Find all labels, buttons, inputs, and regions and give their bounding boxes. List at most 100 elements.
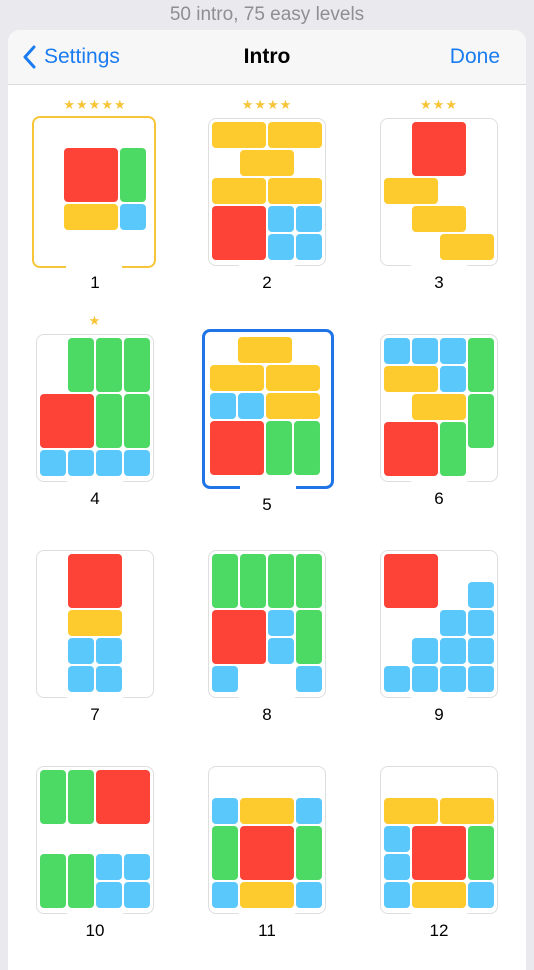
green-block bbox=[68, 338, 94, 392]
blue-block bbox=[40, 450, 66, 476]
green-block bbox=[96, 338, 122, 392]
yellow-block bbox=[440, 798, 494, 824]
red-block bbox=[412, 826, 466, 880]
blue-block bbox=[468, 882, 494, 908]
green-block bbox=[40, 770, 66, 824]
blue-block bbox=[96, 882, 122, 908]
star-icon: ★ bbox=[88, 313, 102, 328]
green-block bbox=[124, 394, 150, 448]
blue-block bbox=[412, 638, 438, 664]
blue-block bbox=[384, 826, 410, 852]
yellow-block bbox=[240, 798, 294, 824]
blue-block bbox=[296, 882, 322, 908]
green-block bbox=[240, 554, 266, 608]
level-number: 1 bbox=[90, 273, 100, 292]
blue-block bbox=[440, 366, 466, 392]
level-6-cell[interactable]: 6 bbox=[372, 314, 506, 510]
blue-block bbox=[296, 798, 322, 824]
exit-gap bbox=[67, 477, 123, 483]
blue-block bbox=[384, 854, 410, 880]
blue-block bbox=[296, 206, 322, 232]
settings-back-button[interactable]: Settings bbox=[22, 42, 120, 72]
level-7-cell[interactable]: 7 bbox=[28, 530, 162, 726]
level-5-cell[interactable]: 5 bbox=[200, 314, 334, 514]
level-1-cell[interactable]: ★ ★ ★ ★ ★ 1 bbox=[28, 98, 162, 294]
level-9-cell[interactable]: 9 bbox=[372, 530, 506, 726]
level-number: 7 bbox=[90, 705, 100, 724]
blue-block bbox=[296, 234, 322, 260]
yellow-block bbox=[412, 882, 466, 908]
star-rating: ★ ★ ★ ★ ★ bbox=[28, 98, 162, 112]
blue-block bbox=[412, 666, 438, 692]
green-block bbox=[440, 422, 466, 476]
blue-block bbox=[440, 610, 466, 636]
level-2-cell[interactable]: ★ ★ ★ ★ 2 bbox=[200, 98, 334, 294]
green-block bbox=[124, 338, 150, 392]
yellow-block bbox=[412, 394, 466, 420]
level-4-cell[interactable]: ★ 4 bbox=[28, 314, 162, 510]
blue-block bbox=[268, 234, 294, 260]
level-number: 5 bbox=[262, 495, 272, 514]
star-icon: ★ bbox=[76, 97, 89, 112]
done-button[interactable]: Done bbox=[450, 42, 500, 72]
green-block bbox=[40, 854, 66, 908]
red-block bbox=[240, 826, 294, 880]
red-block bbox=[212, 610, 266, 664]
level-10-cell[interactable]: 10 bbox=[28, 746, 162, 942]
level-12-cell[interactable]: 12 bbox=[372, 746, 506, 942]
green-block bbox=[96, 394, 122, 448]
star-icon: ★ bbox=[254, 97, 267, 112]
green-block bbox=[68, 854, 94, 908]
green-block bbox=[468, 394, 494, 448]
green-block bbox=[212, 554, 238, 608]
star-icon: ★ bbox=[279, 97, 293, 112]
level-number: 6 bbox=[434, 489, 444, 508]
green-block bbox=[212, 826, 238, 880]
level-number: 11 bbox=[258, 921, 276, 940]
green-block bbox=[468, 826, 494, 880]
blue-block bbox=[96, 666, 122, 692]
green-block bbox=[296, 826, 322, 880]
green-block bbox=[468, 338, 494, 392]
level-3-cell[interactable]: ★ ★ ★ 3 bbox=[372, 98, 506, 294]
level-number: 2 bbox=[262, 273, 272, 292]
blue-block bbox=[468, 666, 494, 692]
level-number: 3 bbox=[434, 273, 444, 292]
blue-block bbox=[96, 854, 122, 880]
yellow-block bbox=[440, 234, 494, 260]
blue-block bbox=[268, 610, 294, 636]
yellow-block bbox=[212, 178, 266, 204]
red-block bbox=[210, 421, 264, 475]
green-block bbox=[68, 770, 94, 824]
star-rating: ★ ★ ★ ★ bbox=[200, 98, 334, 112]
green-block bbox=[296, 554, 322, 608]
level-number: 10 bbox=[85, 921, 105, 940]
green-block bbox=[294, 421, 320, 475]
blue-block bbox=[212, 798, 238, 824]
blue-block bbox=[210, 393, 236, 419]
yellow-block bbox=[384, 798, 438, 824]
star-rating: ★ ★ ★ bbox=[372, 98, 506, 112]
red-block bbox=[384, 554, 438, 608]
green-block bbox=[120, 148, 146, 202]
blue-block bbox=[440, 638, 466, 664]
blue-block bbox=[212, 666, 238, 692]
blue-block bbox=[68, 450, 94, 476]
exit-gap bbox=[239, 261, 295, 267]
green-block bbox=[268, 554, 294, 608]
yellow-block bbox=[384, 366, 438, 392]
green-block bbox=[266, 421, 292, 475]
blue-block bbox=[238, 393, 264, 419]
red-block bbox=[64, 148, 118, 202]
blue-block bbox=[468, 638, 494, 664]
blue-block bbox=[468, 582, 494, 608]
red-block bbox=[212, 206, 266, 260]
level-11-cell[interactable]: 11 bbox=[200, 746, 334, 942]
exit-gap bbox=[411, 693, 467, 699]
red-block bbox=[68, 554, 122, 608]
yellow-block bbox=[238, 337, 292, 363]
blue-block bbox=[124, 882, 150, 908]
star-icon: ★ bbox=[101, 97, 114, 112]
yellow-block bbox=[266, 365, 320, 391]
level-8-cell[interactable]: 8 bbox=[200, 530, 334, 726]
